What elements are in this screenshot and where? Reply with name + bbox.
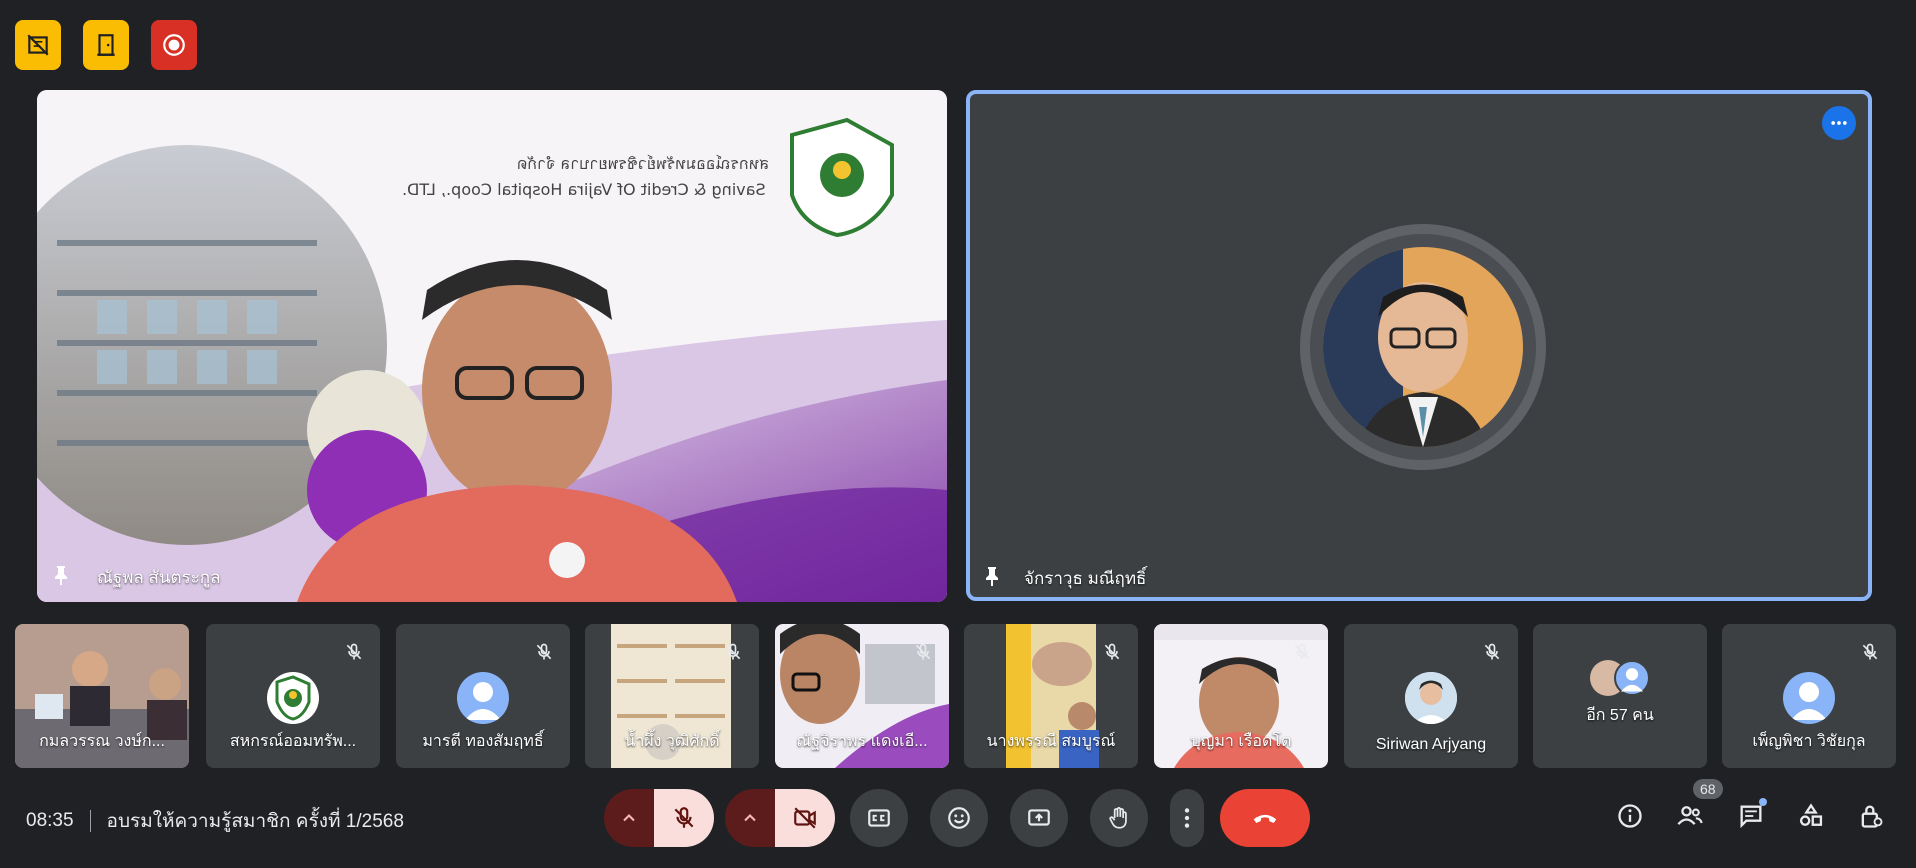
mic-off-icon [674, 807, 694, 828]
participant-tile[interactable]: นางพรรณี สมบูรณ์ [964, 624, 1138, 768]
camera-off-icon [794, 807, 816, 829]
chevron-up-icon [623, 814, 635, 822]
participant-name: กมลวรรณ วงษ์ก... [39, 733, 165, 750]
people-button[interactable] [1674, 800, 1706, 832]
slide-org-en: Saving & Credit Of Vajira Hospital Coop.… [402, 180, 766, 199]
more-participants-avatars [1590, 660, 1650, 696]
more-participants-tile[interactable]: อีก 57 คน [1533, 624, 1707, 768]
participant-name: เพ็ญพิชา วิชัยกุล [1752, 733, 1866, 750]
divider [89, 810, 91, 832]
speaker-avatar-image [1323, 247, 1523, 447]
more-participants-label: อีก 57 คน [1586, 707, 1654, 724]
present-icon [1028, 809, 1050, 826]
host-controls-icon [1861, 805, 1883, 828]
participant-tile[interactable]: สหกรณ์ออมทรัพ... [206, 624, 380, 768]
presenter-video-tile[interactable]: สหกรณ์ออมทรัพย์วชิรพยาบาล จำกัด Saving &… [37, 90, 947, 602]
speaker-tile[interactable]: จักราวุธ มณีฤทธิ์ [966, 90, 1872, 601]
default-avatar-icon [1620, 668, 1644, 692]
reactions-button[interactable] [930, 789, 988, 847]
presenter-name: ณัฐพล สันตระกูล [97, 568, 221, 587]
participant-photo [1405, 672, 1457, 724]
default-avatar-icon [465, 682, 501, 720]
mic-off-icon [1294, 643, 1310, 660]
participant-tile[interactable]: ณัฐจิราพร แดงเอี... [775, 624, 949, 768]
participant-avatar [1405, 672, 1457, 724]
camera-options-button[interactable] [725, 789, 775, 847]
chat-notification-dot [1759, 798, 1767, 806]
mic-off-icon [1862, 643, 1878, 660]
participant-name: Siriwan Arjyang [1375, 736, 1487, 753]
participant-avatar [267, 672, 319, 724]
raise-hand-button[interactable] [1090, 789, 1148, 847]
mic-toggle-button[interactable] [654, 789, 714, 847]
mic-off-icon [725, 643, 741, 660]
participant-name: มารตี ทองสัมฤทธิ์ [422, 733, 544, 750]
door-icon [97, 34, 115, 56]
participant-name: บุญมา เรือดโต [1190, 733, 1292, 750]
participant-name: นางพรรณี สมบูรณ์ [986, 733, 1116, 750]
chat-icon [1740, 805, 1762, 829]
captions-button[interactable] [850, 789, 908, 847]
leave-call-button[interactable] [1220, 789, 1310, 847]
pin-icon[interactable] [49, 563, 73, 587]
captions-icon [868, 809, 890, 827]
mic-off-icon [346, 643, 362, 660]
mic-off-icon [1104, 643, 1120, 660]
chevron-up-icon [744, 814, 756, 822]
speaker-name: จักราวุธ มณีฤทธิ์ [1024, 569, 1147, 588]
meeting-time: 08:35 [26, 810, 74, 831]
default-avatar-icon [1791, 682, 1827, 720]
activities-button[interactable] [1795, 800, 1827, 832]
chat-button[interactable] [1735, 798, 1767, 832]
meeting-info-button[interactable] [1614, 800, 1646, 832]
raise-hand-icon [1109, 807, 1127, 829]
emoji-icon [948, 807, 970, 829]
host-controls-button[interactable] [1855, 800, 1887, 832]
mic-off-icon [1484, 643, 1500, 660]
participant-avatar [457, 672, 509, 724]
presenter-video-frame [37, 90, 947, 602]
speaker-avatar-ring [1300, 224, 1546, 470]
more-options-button[interactable] [1170, 789, 1204, 847]
pin-icon[interactable] [980, 564, 1004, 588]
participant-tile[interactable]: มารตี ทองสัมฤทธิ์ [396, 624, 570, 768]
no-ads-icon [27, 34, 49, 56]
meeting-details: 08:35 อบรมให้ความรู้สมาชิก ครั้งที่ 1/25… [26, 806, 404, 836]
mic-off-icon [915, 643, 931, 660]
participant-count-badge: 68 [1693, 779, 1723, 799]
record-icon [163, 34, 185, 56]
more-vert-icon [1184, 808, 1190, 828]
participant-tile[interactable]: น้ำผึ้ง วุฒิศักดิ์ [585, 624, 759, 768]
people-icon [1677, 806, 1703, 825]
tile-options-button[interactable] [1822, 106, 1856, 140]
info-icon [1618, 804, 1642, 828]
present-screen-button[interactable] [1010, 789, 1068, 847]
coop-logo-icon [275, 675, 311, 721]
slide-org-th: สหกรณ์ออมทรัพย์วชิรพยาบาล จำกัด [517, 154, 770, 173]
participant-tile[interactable]: กมลวรรณ วงษ์ก... [15, 624, 189, 768]
activities-icon [1799, 803, 1823, 826]
camera-toggle-button[interactable] [775, 789, 835, 847]
participant-name: สหกรณ์ออมทรัพ... [229, 733, 357, 750]
speaker-avatar [1323, 247, 1523, 447]
participant-avatar [1783, 672, 1835, 724]
mic-off-icon [536, 643, 552, 660]
participant-tile[interactable]: บุญมา เรือดโต [1154, 624, 1328, 768]
participant-tile[interactable]: เพ็ญพิชา วิชัยกุล [1722, 624, 1896, 768]
participant-avatar [1614, 660, 1650, 696]
mic-options-button[interactable] [604, 789, 654, 847]
end-call-icon [1253, 814, 1277, 823]
participant-name: น้ำผึ้ง วุฒิศักดิ์ [624, 733, 720, 750]
recording-badge[interactable] [151, 20, 197, 70]
no-ads-badge[interactable] [15, 20, 61, 70]
open-door-badge[interactable] [83, 20, 129, 70]
participant-name: ณัฐจิราพร แดงเอี... [796, 733, 928, 750]
meeting-title: อบรมให้ความรู้สมาชิก ครั้งที่ 1/2568 [106, 811, 404, 832]
top-status-badges [15, 20, 197, 70]
more-horiz-icon [1831, 121, 1847, 125]
participant-tile[interactable]: Siriwan Arjyang [1344, 624, 1518, 768]
